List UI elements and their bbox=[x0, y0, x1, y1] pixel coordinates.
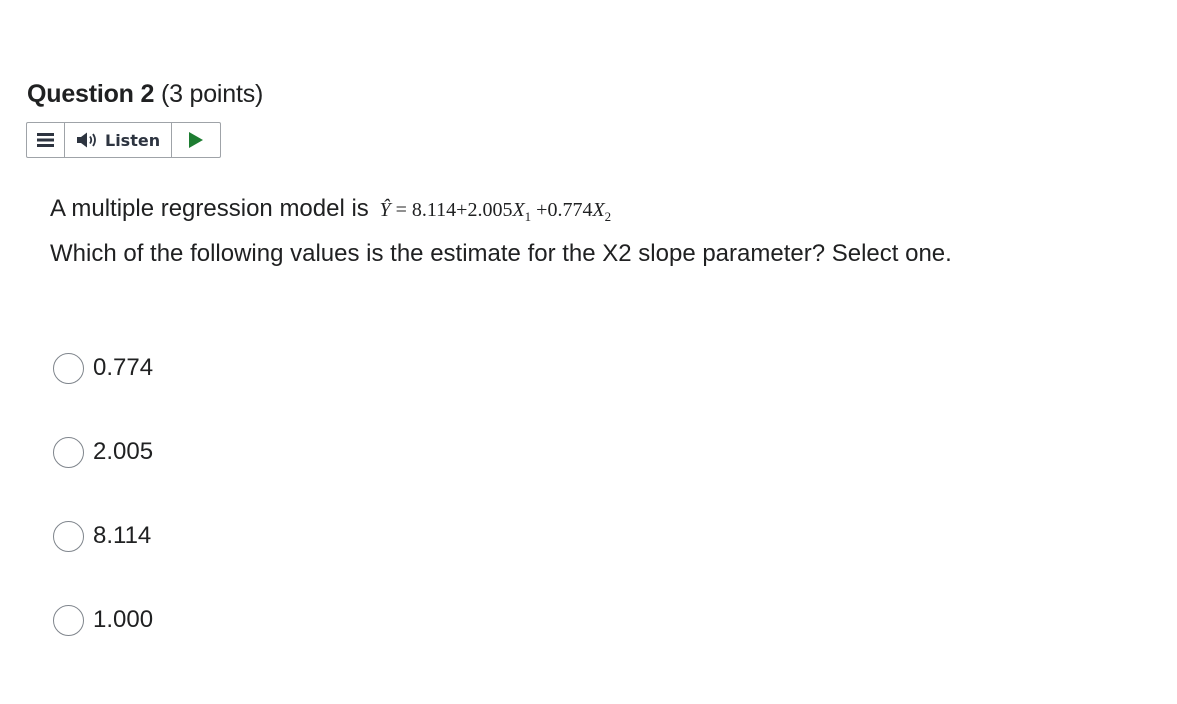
formula-plus-2: + bbox=[536, 199, 548, 221]
formula-intercept: 8.114 bbox=[411, 199, 457, 221]
question-points: (3 points) bbox=[160, 80, 264, 108]
speaker-icon bbox=[76, 132, 98, 148]
formula-coef-1: 2.005 bbox=[467, 199, 513, 221]
radio-button[interactable] bbox=[53, 520, 84, 552]
stem-line-1: A multiple regression model is Ŷ = 8.114… bbox=[50, 190, 990, 235]
formula-x2-sub: 2 bbox=[604, 209, 612, 224]
option-label: 0.774 bbox=[93, 354, 154, 381]
play-button[interactable] bbox=[172, 123, 220, 157]
radio-button[interactable] bbox=[53, 352, 84, 384]
formula-yhat: Ŷ bbox=[379, 199, 391, 221]
option-label: 2.005 bbox=[93, 438, 154, 465]
listen-button[interactable]: Listen bbox=[65, 123, 172, 157]
toolbar-menu-button[interactable] bbox=[27, 123, 65, 157]
question-header: Question 2 (3 points) bbox=[27, 78, 263, 110]
formula-equals: = bbox=[395, 199, 407, 221]
menu-icon bbox=[37, 133, 54, 147]
listen-label: Listen bbox=[105, 130, 161, 150]
option-label: 1.000 bbox=[93, 606, 154, 633]
option-label: 8.114 bbox=[93, 522, 152, 549]
answer-option[interactable]: 8.114 bbox=[53, 518, 153, 554]
formula-coef-2: 0.774 bbox=[547, 199, 593, 221]
regression-formula: Ŷ = 8.114+2.005X1 +0.774X2 bbox=[379, 199, 612, 224]
answer-option[interactable]: 1.000 bbox=[53, 602, 153, 638]
radio-button[interactable] bbox=[53, 604, 84, 636]
formula-plus-1: + bbox=[456, 199, 468, 221]
radio-button[interactable] bbox=[53, 436, 84, 468]
read-aloud-toolbar: Listen bbox=[26, 122, 221, 158]
question-title: Question 2 bbox=[27, 80, 155, 108]
formula-x1-sub: 1 bbox=[524, 209, 532, 224]
answer-options: 0.774 2.005 8.114 1.000 bbox=[53, 350, 153, 686]
answer-option[interactable]: 0.774 bbox=[53, 350, 153, 386]
stem-intro-text: A multiple regression model is bbox=[50, 195, 369, 222]
play-icon bbox=[189, 132, 203, 148]
formula-x2: X bbox=[592, 199, 605, 221]
formula-x1: X bbox=[512, 199, 525, 221]
stem-line-2: Which of the following values is the est… bbox=[50, 240, 952, 267]
question-stem: A multiple regression model is Ŷ = 8.114… bbox=[50, 190, 990, 272]
answer-option[interactable]: 2.005 bbox=[53, 434, 153, 470]
